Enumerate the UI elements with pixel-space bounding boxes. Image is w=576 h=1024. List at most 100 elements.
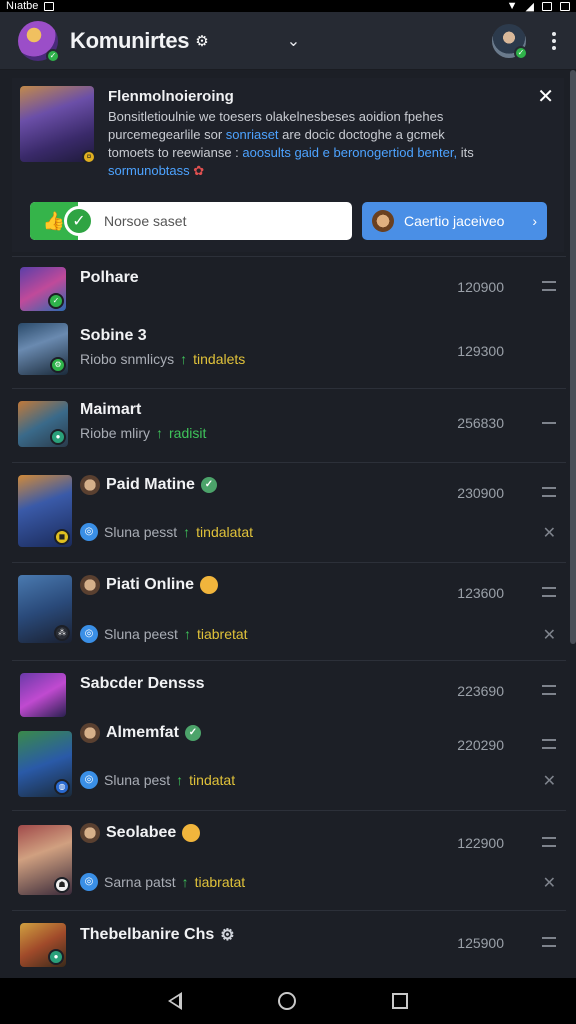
app-bar: ✓ Komunirtes ⚙ ⌄ ✓ (0, 12, 576, 70)
verified-icon: ● (48, 949, 64, 965)
banner-title: Flenmolnoieroing (108, 88, 234, 105)
close-icon[interactable]: ✕ (543, 523, 556, 543)
tag-label[interactable]: radisit (169, 425, 206, 441)
vote-button[interactable]: 👍 ✓ Norsoe saset (30, 202, 352, 240)
tag-label[interactable]: tiabretat (197, 626, 248, 642)
list-item[interactable]: Sabcder Densss 223690 ◍ Almemfat ✓ ◎ Sluna… (12, 660, 566, 810)
tag-label[interactable]: tindatat (189, 772, 235, 788)
list-item-subtitle: Riobo snmlicys ↑ tindalets (80, 351, 245, 367)
tag-label[interactable]: tiabratat (195, 874, 246, 890)
community-thumbnail: ✓ (20, 267, 66, 311)
list-item[interactable]: ☗ Seolabee ◎ Sarna patst ↑ tiabratat 122900… (12, 810, 566, 910)
more-options-icon[interactable] (546, 31, 562, 50)
chevron-down-icon[interactable]: ⌄ (287, 31, 300, 51)
banner-image: ¤ (20, 86, 96, 164)
gear-icon: ⚙ (220, 927, 235, 944)
list-item[interactable]: ● Thebelbanire Chs ⚙ 125900 (12, 910, 566, 978)
banner-link-1[interactable]: sonriaset (226, 127, 279, 142)
member-count: 230900 (457, 485, 504, 501)
scrollbar[interactable] (570, 70, 576, 644)
tag-icon: ↑ (183, 626, 191, 642)
menu-icon[interactable] (542, 739, 556, 749)
promo-banner: ¤ Flenmolnoieroing Bonsitletioulnie we t… (12, 78, 564, 252)
author-avatar (80, 475, 100, 495)
tag-label[interactable]: tindalets (193, 351, 245, 367)
community-thumbnail: ☗ (18, 825, 72, 895)
cta-button[interactable]: Caertio jaceiveo › (362, 202, 547, 240)
list-item-title-text: Piati Online (106, 576, 195, 593)
settings-icon[interactable]: ⚙ (195, 32, 208, 50)
community-thumbnail: ◼ (18, 475, 72, 547)
member-count: 120900 (457, 279, 504, 295)
banner-line-4: tomoets to reewianse : (108, 145, 239, 160)
subtitle-text: Sluna pesst (104, 524, 178, 540)
banner-line-2: purcemegearlile sor (108, 127, 223, 142)
member-count: 223690 (457, 683, 504, 699)
coin-badge-icon: ¤ (82, 150, 96, 164)
menu-icon[interactable] (542, 422, 556, 424)
list-item-subtitle: ◎ Sarna patst ↑ tiabratat (80, 873, 245, 891)
close-icon[interactable]: ✕ (543, 873, 556, 893)
tag-icon: ↑ (183, 524, 191, 540)
list-item-title-text: Thebelbanire Chs (80, 926, 215, 943)
verified-icon: ✓ (200, 477, 217, 493)
community-list: ✓ Polhare 120900 ⚙ Sobine 3 Riobo snmlic… (0, 256, 576, 978)
banner-text: Bonsitletioulnie we toesers olakelnesbes… (108, 108, 528, 180)
list-item-title: Sobine 3 (80, 327, 147, 345)
banner-link-3[interactable]: sormunobtass (108, 163, 190, 178)
menu-icon[interactable] (542, 487, 556, 497)
back-icon[interactable] (168, 992, 182, 1010)
author-avatar (80, 823, 100, 843)
member-count: 123600 (457, 585, 504, 601)
banner-link-2[interactable]: aoosults gaid e beronogertiod benter, (242, 145, 457, 160)
menu-icon[interactable] (542, 587, 556, 597)
list-item[interactable]: ● Maimart Riobe mliry ↑ radisit 256830 (12, 388, 566, 462)
list-item-title-text: Sobine 3 (80, 327, 147, 344)
tag-icon: ↑ (180, 351, 188, 367)
list-item[interactable]: ✓ Polhare 120900 ⚙ Sobine 3 Riobo snmlic… (12, 256, 566, 388)
author-avatar (80, 723, 100, 743)
list-item-title: Paid Matine ✓ (80, 475, 217, 495)
menu-icon[interactable] (542, 937, 556, 947)
menu-icon[interactable] (542, 281, 556, 291)
sim-icon (560, 1, 570, 11)
home-icon[interactable] (278, 992, 296, 1010)
carrier-label: Nıatbe (6, 0, 39, 12)
list-item-title-text: Maimart (80, 401, 142, 418)
app-avatar[interactable]: ✓ (18, 20, 60, 63)
system-nav-bar (0, 978, 576, 1024)
close-icon[interactable]: ✕ (543, 771, 556, 791)
close-icon[interactable]: ✕ (537, 84, 554, 109)
subtitle-text: Sluna pest (104, 772, 171, 788)
member-count: 129300 (457, 343, 504, 359)
list-item-title: Seolabee (80, 823, 201, 843)
member-count: 220290 (457, 737, 504, 753)
page-title: Komunirtes (70, 27, 190, 53)
community-thumbnail: ● (20, 923, 66, 967)
list-item-title: Almemfat ✓ (80, 723, 201, 743)
wifi-icon: ▼ (506, 0, 518, 12)
list-item[interactable]: ⁂ Piati Online ◎ Sluna peest ↑ tiabretat 12… (12, 562, 566, 660)
close-icon[interactable]: ✕ (543, 625, 556, 645)
list-item-subtitle: ◎ Sluna pest ↑ tindatat (80, 771, 235, 789)
cta-label: Caertio jaceiveo (404, 213, 505, 229)
list-item[interactable]: ◼ Paid Matine ✓ ◎ Sluna pesst ↑ tindalatat 2… (12, 462, 566, 562)
verified-icon: ✓ (184, 725, 201, 741)
online-badge-icon: ✓ (46, 48, 60, 63)
author-avatar (80, 575, 100, 595)
user-avatar[interactable]: ✓ (492, 23, 528, 60)
list-item-subtitle: ◎ Sluna pesst ↑ tindalatat (80, 523, 253, 541)
menu-icon[interactable] (542, 685, 556, 695)
list-item-title-text: Almemfat (106, 724, 179, 741)
banner-line-1: Bonsitletioulnie we toesers olakelnesbes… (108, 109, 444, 124)
recent-apps-icon[interactable] (392, 993, 408, 1009)
list-item-title: Piati Online (80, 575, 219, 595)
verified-icon: ◍ (54, 779, 70, 795)
menu-icon[interactable] (542, 837, 556, 847)
tag-label[interactable]: tindalatat (196, 524, 253, 540)
tag-icon: ↑ (181, 874, 189, 890)
banner-line-3: are docic doctoghe a gcmek (282, 127, 445, 142)
globe-icon: ◎ (80, 523, 98, 541)
gift-icon: ✿ (193, 163, 205, 178)
vote-label: Norsoe saset (104, 213, 187, 229)
